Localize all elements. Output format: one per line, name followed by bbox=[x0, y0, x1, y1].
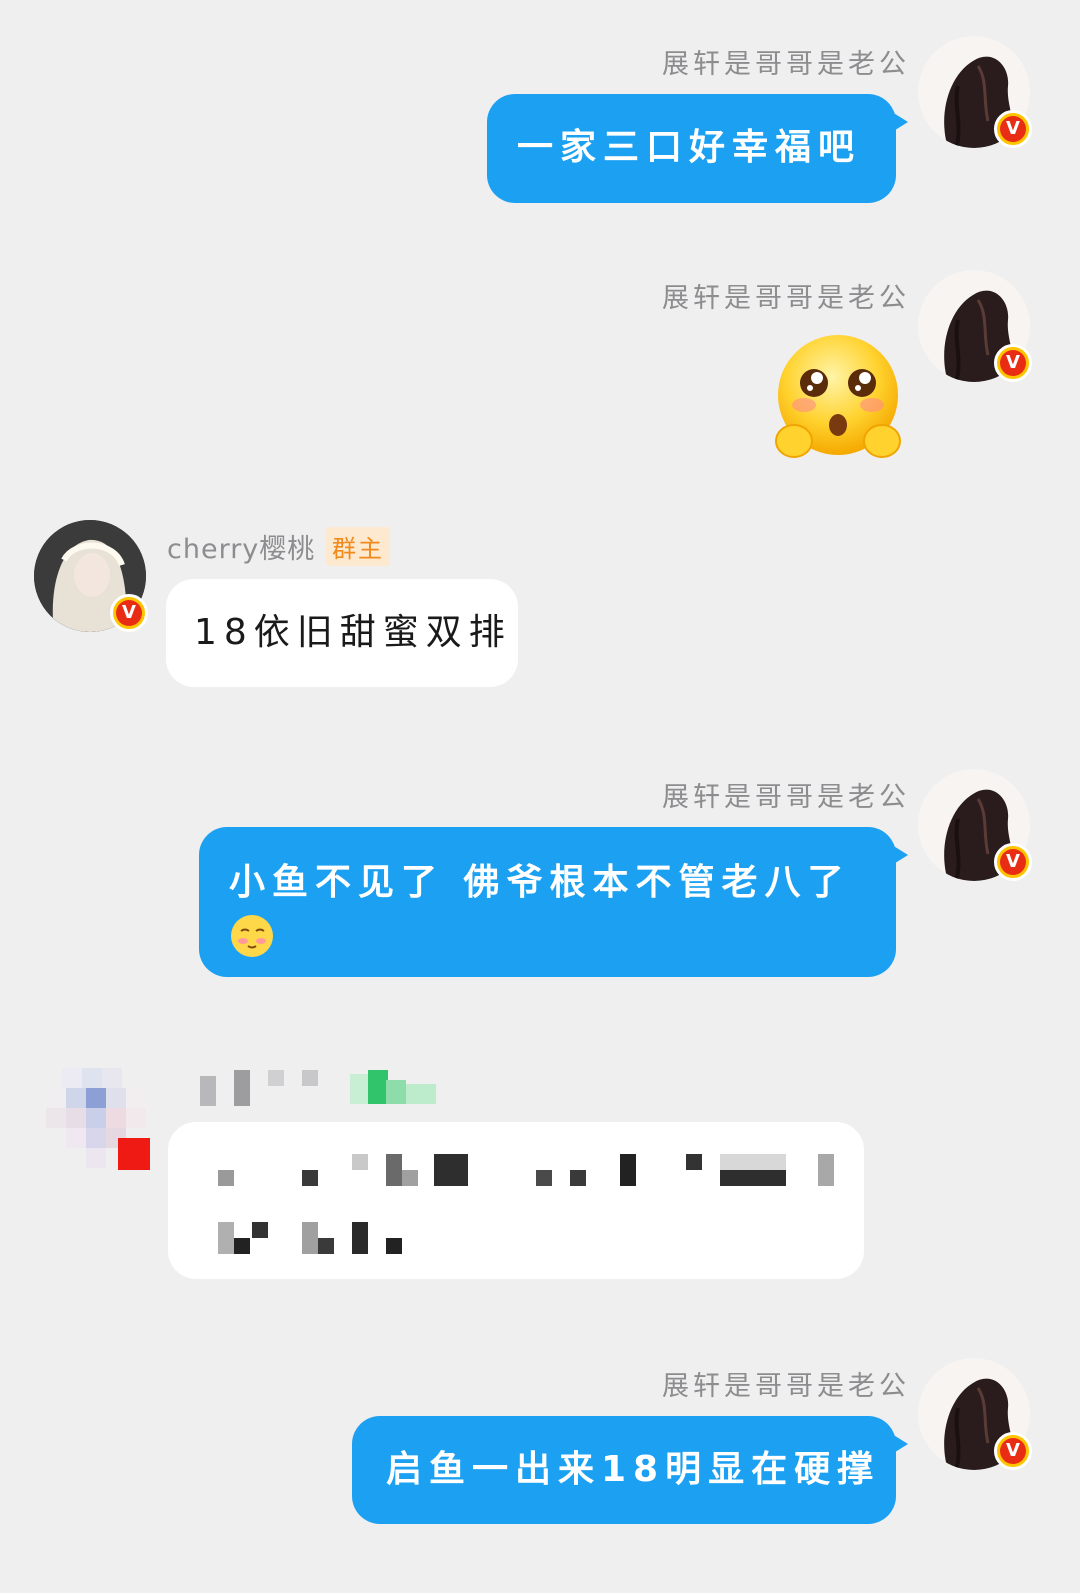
verified-badge-icon: V bbox=[994, 843, 1032, 881]
sender-name: cherry樱桃 bbox=[167, 534, 316, 565]
message-bubble[interactable]: 小鱼不见了 佛爷根本不管老八了 bbox=[199, 827, 908, 977]
sender-name: 展轩是哥哥是老公 bbox=[662, 1371, 910, 1402]
verified-badge-icon: V bbox=[994, 110, 1032, 148]
pixelated-avatar[interactable] bbox=[46, 1068, 156, 1178]
sender-name: 展轩是哥哥是老公 bbox=[662, 49, 910, 80]
avatar[interactable]: V bbox=[918, 769, 1032, 881]
pixelated-message-bubble[interactable] bbox=[168, 1122, 864, 1279]
verified-badge-icon: V bbox=[994, 1432, 1032, 1470]
sleepy-face-emoji bbox=[231, 915, 273, 957]
avatar[interactable]: V bbox=[918, 1358, 1032, 1470]
message-text: 小鱼不见了 佛爷根本不管老八了 bbox=[229, 862, 851, 903]
sender-name: 展轩是哥哥是老公 bbox=[662, 283, 910, 314]
avatar[interactable]: V bbox=[918, 36, 1032, 148]
avatar[interactable]: V bbox=[34, 520, 148, 632]
message-text: 启鱼一出来18明显在硬撑 bbox=[386, 1449, 881, 1490]
message-bubble[interactable]: 启鱼一出来18明显在硬撑 bbox=[352, 1416, 908, 1524]
message-text: 18依旧甜蜜双排 bbox=[194, 612, 512, 653]
message-text: 一家三口好幸福吧 bbox=[517, 127, 862, 168]
verified-badge-icon: V bbox=[110, 594, 148, 632]
avatar[interactable]: V bbox=[918, 270, 1032, 382]
pixelated-sender-name bbox=[200, 1070, 440, 1106]
pleading-face-emoji[interactable] bbox=[772, 333, 904, 463]
group-owner-tag: 群主 bbox=[326, 527, 390, 566]
message-bubble[interactable]: 18依旧甜蜜双排 bbox=[166, 579, 518, 687]
verified-badge-icon: V bbox=[994, 344, 1032, 382]
sender-name: 展轩是哥哥是老公 bbox=[662, 782, 910, 813]
message-bubble[interactable]: 一家三口好幸福吧 bbox=[487, 94, 908, 203]
